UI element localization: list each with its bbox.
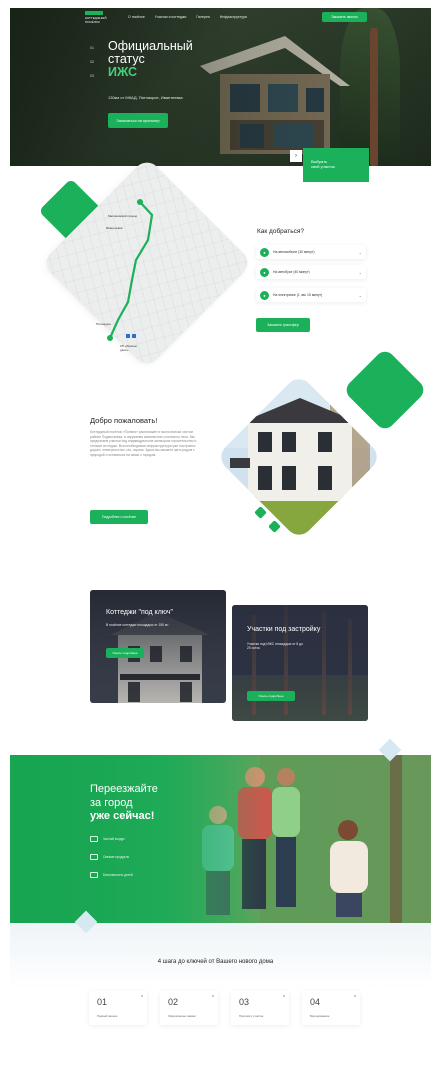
step-number: 03: [239, 997, 250, 1007]
banner-feature-label: Свежие продукты: [103, 855, 130, 859]
slider-next-icon[interactable]: [268, 520, 281, 533]
map-label: КП «Лесные дали»: [120, 344, 138, 352]
chevron-down-icon: ⌄: [358, 292, 362, 298]
hero-overlay: [10, 8, 431, 166]
plots-card[interactable]: Участки под застройку Участки под ИЖС пл…: [232, 605, 368, 721]
choose-plot-label: свой участок: [311, 164, 335, 169]
route-option-label: На электричке (1 час 15 минут): [273, 293, 323, 297]
hero-section: [10, 8, 431, 166]
hero-pagination: 01 02 03: [90, 46, 94, 78]
route-option-label: На автомобиле (30 минут): [273, 250, 315, 254]
map-label: Малиновский проезд: [108, 214, 138, 218]
chevron-down-icon: ⌄: [358, 249, 362, 255]
chevron-down-icon: ⌄: [358, 269, 362, 275]
banner-feature: Чистый воздух: [90, 836, 125, 842]
banner-feature-label: Чистый воздух: [103, 837, 125, 841]
train-icon: ●: [260, 290, 269, 300]
slider-prev-icon[interactable]: [254, 506, 267, 519]
nav-item[interactable]: Галерея: [196, 15, 209, 19]
move-banner: [10, 755, 431, 923]
step-number: 04: [310, 997, 321, 1007]
main-nav: О посёлке Участки и коттеджи Галерея Инф…: [128, 15, 247, 19]
step-card: 01 Первый звонок: [89, 991, 147, 1025]
nav-item[interactable]: Участки и коттеджи: [155, 15, 187, 19]
leaf-icon: [90, 836, 98, 842]
step-card: 04 Бронирование: [302, 991, 360, 1025]
next-arrow-icon[interactable]: ›: [290, 150, 302, 162]
route-option-label: На автобусе (40 минут): [273, 270, 310, 274]
card-title: Участки под застройку: [247, 626, 321, 633]
banner-title-line: Переезжайте: [90, 783, 158, 795]
step-caption: Оформление заявки: [168, 1014, 196, 1018]
basket-icon: [90, 854, 98, 860]
steps-title: 4 шага до ключей от Вашего нового дома: [157, 959, 274, 965]
card-button[interactable]: Узнать подробнее: [247, 691, 295, 701]
how-to-get-title: Как добраться?: [257, 228, 305, 235]
view-appointment-button[interactable]: Записаться на просмотр: [108, 113, 168, 128]
hero-page-number[interactable]: 02: [90, 60, 94, 64]
banner-title-line: за город: [90, 796, 133, 809]
route-line: [107, 199, 154, 341]
map-label: Пятницкое: [96, 322, 111, 326]
banner-overlay: [10, 755, 431, 923]
nav-item[interactable]: О посёлке: [128, 15, 145, 19]
step-dot: [212, 995, 214, 997]
card-overlay: [90, 590, 226, 703]
call-button[interactable]: Заказать звонок: [322, 12, 367, 22]
step-card: 02 Оформление заявки: [160, 991, 218, 1025]
hero-title: Официальный статус ИЖС: [108, 40, 193, 79]
cottages-card[interactable]: Коттеджи "под ключ" В посёлке коттеджи п…: [90, 590, 226, 703]
card-title: Коттеджи "под ключ": [106, 609, 174, 616]
step-dot: [141, 995, 143, 997]
step-card: 03 Просмотр участка: [231, 991, 289, 1025]
bus-icon: ●: [260, 267, 269, 277]
hero-page-number[interactable]: 01: [90, 46, 94, 50]
banner-feature: Безопасность детей: [90, 872, 133, 878]
logo-text: КОТТЕДЖНЫЙ ПОСЁЛОК: [85, 16, 107, 24]
card-overlay: [232, 605, 368, 721]
card-button[interactable]: Узнать подробнее: [106, 648, 144, 658]
hero-page-number[interactable]: 03: [90, 74, 94, 78]
hero-title-accent: ИЖС: [108, 65, 137, 79]
welcome-text: Коттеджный посёлок «Поляна» расположен в…: [90, 430, 197, 457]
choose-plot-button[interactable]: Выбрать свой участок: [303, 148, 369, 182]
step-number: 02: [168, 997, 179, 1007]
logo[interactable]: КОТТЕДЖНЫЙ ПОСЁЛОК: [85, 11, 111, 24]
car-icon: ●: [260, 247, 269, 257]
step-dot: [354, 995, 356, 997]
step-number: 01: [97, 997, 108, 1007]
logo-mark: [85, 11, 103, 15]
banner-feature: Свежие продукты: [90, 854, 129, 860]
more-about-button[interactable]: Подробнее о посёлке: [90, 510, 148, 524]
steps-section: [10, 923, 431, 1033]
route-option-train[interactable]: ● На электричке (1 час 15 минут) ⌄: [256, 288, 366, 302]
card-text: Участки под ИЖС площадью от 8 до 20 сото…: [247, 642, 303, 651]
shield-icon: [90, 872, 98, 878]
card-text: В посёлке коттеджи площадью от 150 м²: [106, 623, 169, 627]
step-caption: Первый звонок: [97, 1014, 118, 1018]
banner-title-bold: уже сейчас!: [90, 810, 155, 822]
banner-title: Переезжайте за город уже сейчас!: [90, 783, 158, 824]
transfer-button[interactable]: Заказать трансфер: [256, 318, 310, 332]
step-dot: [283, 995, 285, 997]
hero-subtitle: 130км от МКАД. Пятницкое, Ивантеевка: [108, 95, 183, 100]
route-option-bus[interactable]: ● На автобусе (40 минут) ⌄: [256, 265, 366, 279]
route-option-car[interactable]: ● На автомобиле (30 минут) ⌄: [256, 245, 366, 259]
decor-diamond: [342, 347, 428, 433]
welcome-title: Добро пожаловать!: [90, 416, 158, 425]
step-caption: Просмотр участка: [239, 1014, 264, 1018]
step-caption: Бронирование: [310, 1014, 330, 1018]
banner-feature-label: Безопасность детей: [103, 873, 133, 877]
nav-item[interactable]: Инфраструктура: [220, 15, 247, 19]
map-label: Ивантеевка: [106, 226, 123, 230]
